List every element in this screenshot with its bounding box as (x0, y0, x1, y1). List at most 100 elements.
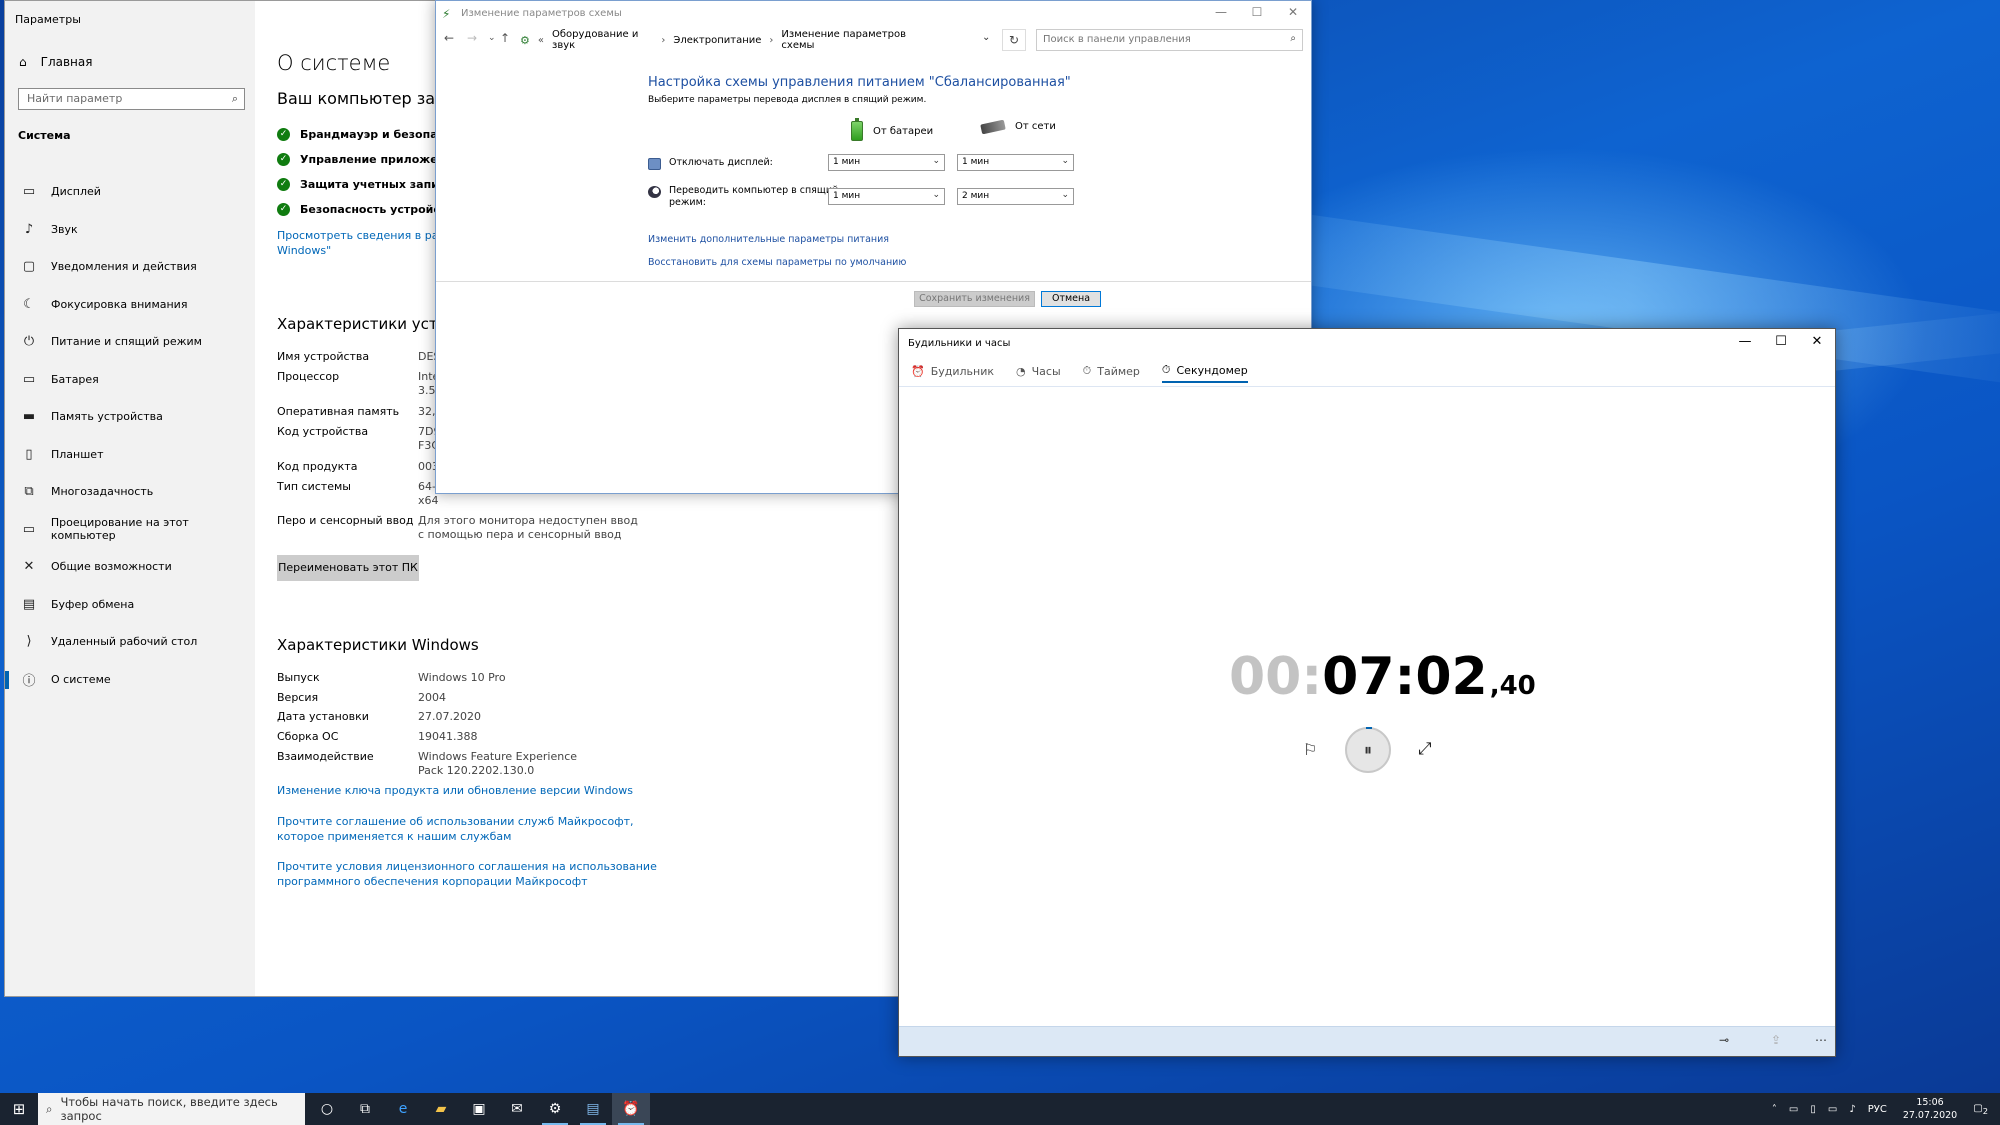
breadcrumb-item[interactable]: Электропитание (673, 35, 761, 46)
sidebar-item-tablet[interactable]: ▯ Планшет (5, 436, 255, 474)
spec-value: Для этого монитора недоступен ввод с пом… (418, 514, 638, 541)
license-terms-link[interactable]: Прочтите условия лицензионного соглашени… (277, 859, 657, 889)
overflow-chevron-icon: « (537, 34, 544, 46)
advanced-power-settings-link[interactable]: Изменить дополнительные параметры питани… (648, 234, 889, 245)
action-center-icon[interactable]: ▢2 (1973, 1103, 1988, 1116)
cancel-button[interactable]: Отмена (1041, 291, 1101, 307)
tab-timer[interactable]: ⏱ Таймер (1083, 363, 1140, 383)
sidebar-item-focus[interactable]: ☾ Фокусировка внимания (5, 286, 255, 324)
pause-button[interactable]: ⏸ (1345, 727, 1391, 773)
control-panel-search-input[interactable]: Поиск в панели управления ⌕ (1036, 29, 1303, 51)
usb-device-icon[interactable]: ▯ (1810, 1104, 1816, 1115)
battery-icon[interactable]: ▭ (1789, 1104, 1798, 1115)
spec-label: Код устройства (277, 425, 369, 438)
cortana-icon[interactable]: ○ (308, 1093, 346, 1125)
close-icon[interactable]: ✕ (1275, 1, 1311, 25)
breadcrumb-item[interactable]: Изменение параметров схемы (781, 29, 926, 51)
storage-icon: ▬ (22, 409, 36, 425)
chevron-down-icon[interactable]: ⌄ (982, 32, 990, 43)
forward-icon[interactable]: → (467, 31, 477, 45)
spec-label: Тип системы (277, 480, 351, 493)
edge-icon[interactable]: e (384, 1093, 422, 1125)
sidebar-item-home[interactable]: ⌂ Главная (19, 55, 92, 69)
settings-search-input[interactable]: Найти параметр ⌕ (18, 88, 245, 110)
file-explorer-icon[interactable]: ▰ (422, 1093, 460, 1125)
maximize-icon[interactable]: ☐ (1763, 329, 1799, 355)
sidebar-item-about[interactable]: ⓘ О системе (5, 661, 255, 699)
tab-label: Таймер (1097, 364, 1140, 378)
back-icon[interactable]: ← (444, 31, 454, 45)
expand-icon[interactable]: ⤢ (1418, 739, 1432, 759)
chevron-up-icon[interactable]: ˄ (1772, 1104, 1777, 1115)
taskbar-clock[interactable]: 15:06 27.07.2020 (1903, 1096, 1957, 1122)
search-icon: ⌕ (1290, 33, 1296, 44)
alarms-clock-icon[interactable]: ⏰ (612, 1093, 650, 1125)
language-indicator[interactable]: РУС (1868, 1104, 1887, 1115)
address-bar[interactable]: ⚙ « Оборудование и звук › Электропитание… (516, 29, 926, 51)
spec-label: Выпуск (277, 671, 320, 684)
display-ac-select[interactable]: 1 мин ⌄ (957, 154, 1074, 171)
row-label-line: Переводить компьютер в спящий (669, 185, 839, 196)
store-icon[interactable]: ▣ (460, 1093, 498, 1125)
breadcrumb-item[interactable]: Оборудование и звук (552, 29, 653, 51)
control-panel-icon[interactable]: ▤ (574, 1093, 612, 1125)
mail-icon[interactable]: ✉ (498, 1093, 536, 1125)
stopwatch-hundredths: ,40 (1489, 671, 1536, 701)
sidebar-item-shared[interactable]: ✕ Общие возможности (5, 548, 255, 586)
sidebar-item-projecting[interactable]: ▭ Проецирование на этот компьютер (5, 511, 255, 549)
change-product-key-link[interactable]: Изменение ключа продукта или обновление … (277, 783, 633, 798)
column-header-battery: От батареи (851, 118, 934, 141)
pin-icon[interactable]: ⊸ (1719, 1033, 1729, 1047)
refresh-icon[interactable]: ↻ (1002, 29, 1026, 51)
sidebar-item-storage[interactable]: ▬ Память устройства (5, 398, 255, 436)
sidebar-item-multitasking[interactable]: ⧉ Многозадачность (5, 473, 255, 511)
sidebar-item-sound[interactable]: ♪ Звук (5, 211, 255, 249)
close-icon[interactable]: ✕ (1799, 329, 1835, 355)
navigation-bar: ← → ⌄ ↑ ⚙ « Оборудование и звук › Электр… (436, 27, 1311, 53)
tab-world-clock[interactable]: ◔ Часы (1016, 363, 1061, 383)
minimize-icon[interactable]: — (1203, 1, 1239, 25)
settings-gear-icon[interactable]: ⚙ (536, 1093, 574, 1125)
share-icon[interactable]: ⇪ (1771, 1033, 1781, 1047)
tab-bar: ⏰ Будильник ◔ Часы ⏱ Таймер ⏱ Секундомер (911, 363, 1248, 383)
task-view-icon[interactable]: ⧉ (346, 1093, 384, 1125)
sidebar-item-label: Уведомления и действия (51, 260, 197, 274)
up-icon[interactable]: ↑ (500, 31, 510, 45)
sleep-battery-select[interactable]: 1 мин ⌄ (828, 188, 945, 205)
select-value: 1 мин (962, 157, 990, 167)
multitasking-icon: ⧉ (24, 484, 34, 500)
display-battery-select[interactable]: 1 мин ⌄ (828, 154, 945, 171)
sidebar-item-notifications[interactable]: ▢ Уведомления и действия (5, 248, 255, 286)
windows-start-icon[interactable]: ⊞ (0, 1093, 38, 1125)
sidebar-item-display[interactable]: ▭ Дисплей (5, 173, 255, 211)
network-icon[interactable]: ▭ (1828, 1104, 1837, 1115)
sidebar-item-power[interactable]: ⏻ Питание и спящий режим (5, 323, 255, 361)
sidebar-item-remote-desktop[interactable]: ⟩ Удаленный рабочий стол (5, 623, 255, 661)
tab-label: Секундомер (1176, 363, 1248, 377)
rename-pc-button[interactable]: Переименовать этот ПК (277, 555, 419, 581)
alarms-clock-window: Будильники и часы — ☐ ✕ ⏰ Будильник ◔ Часы… (898, 328, 1836, 1057)
services-agreement-link[interactable]: Прочтите соглашение об использовании слу… (277, 814, 634, 844)
divider (899, 386, 1835, 387)
sleep-ac-select[interactable]: 2 мин ⌄ (957, 188, 1074, 205)
tab-alarm[interactable]: ⏰ Будильник (911, 363, 994, 383)
more-options-icon[interactable]: ⋯ (1815, 1033, 1827, 1047)
recent-dropdown-icon[interactable]: ⌄ (488, 33, 496, 43)
clock-time: 15:06 (1916, 1097, 1944, 1108)
tab-stopwatch[interactable]: ⏱ Секундомер (1161, 363, 1248, 383)
maximize-icon[interactable]: ☐ (1239, 1, 1275, 25)
volume-icon[interactable]: ♪ (1849, 1104, 1855, 1115)
save-changes-button[interactable]: Сохранить изменения (914, 291, 1035, 307)
sidebar-section-title: Система (18, 129, 71, 142)
column-label: От батареи (873, 125, 934, 137)
restore-defaults-link[interactable]: Восстановить для схемы параметры по умол… (648, 257, 906, 268)
sidebar-item-clipboard[interactable]: ▤ Буфер обмена (5, 586, 255, 624)
minimize-icon[interactable]: — (1727, 329, 1763, 355)
taskbar-search-input[interactable]: ⌕ Чтобы начать поиск, введите здесь запр… (38, 1093, 305, 1125)
sidebar-item-battery[interactable]: ▭ Батарея (5, 361, 255, 399)
stopwatch-icon: ⏱ (1161, 363, 1171, 376)
sidebar-item-label: Проецирование на этот компьютер (50, 516, 189, 543)
lap-flag-icon[interactable]: ⚐ (1303, 740, 1317, 759)
window-title: Будильники и часы (908, 338, 1011, 349)
globe-clock-icon: ◔ (1016, 364, 1026, 378)
